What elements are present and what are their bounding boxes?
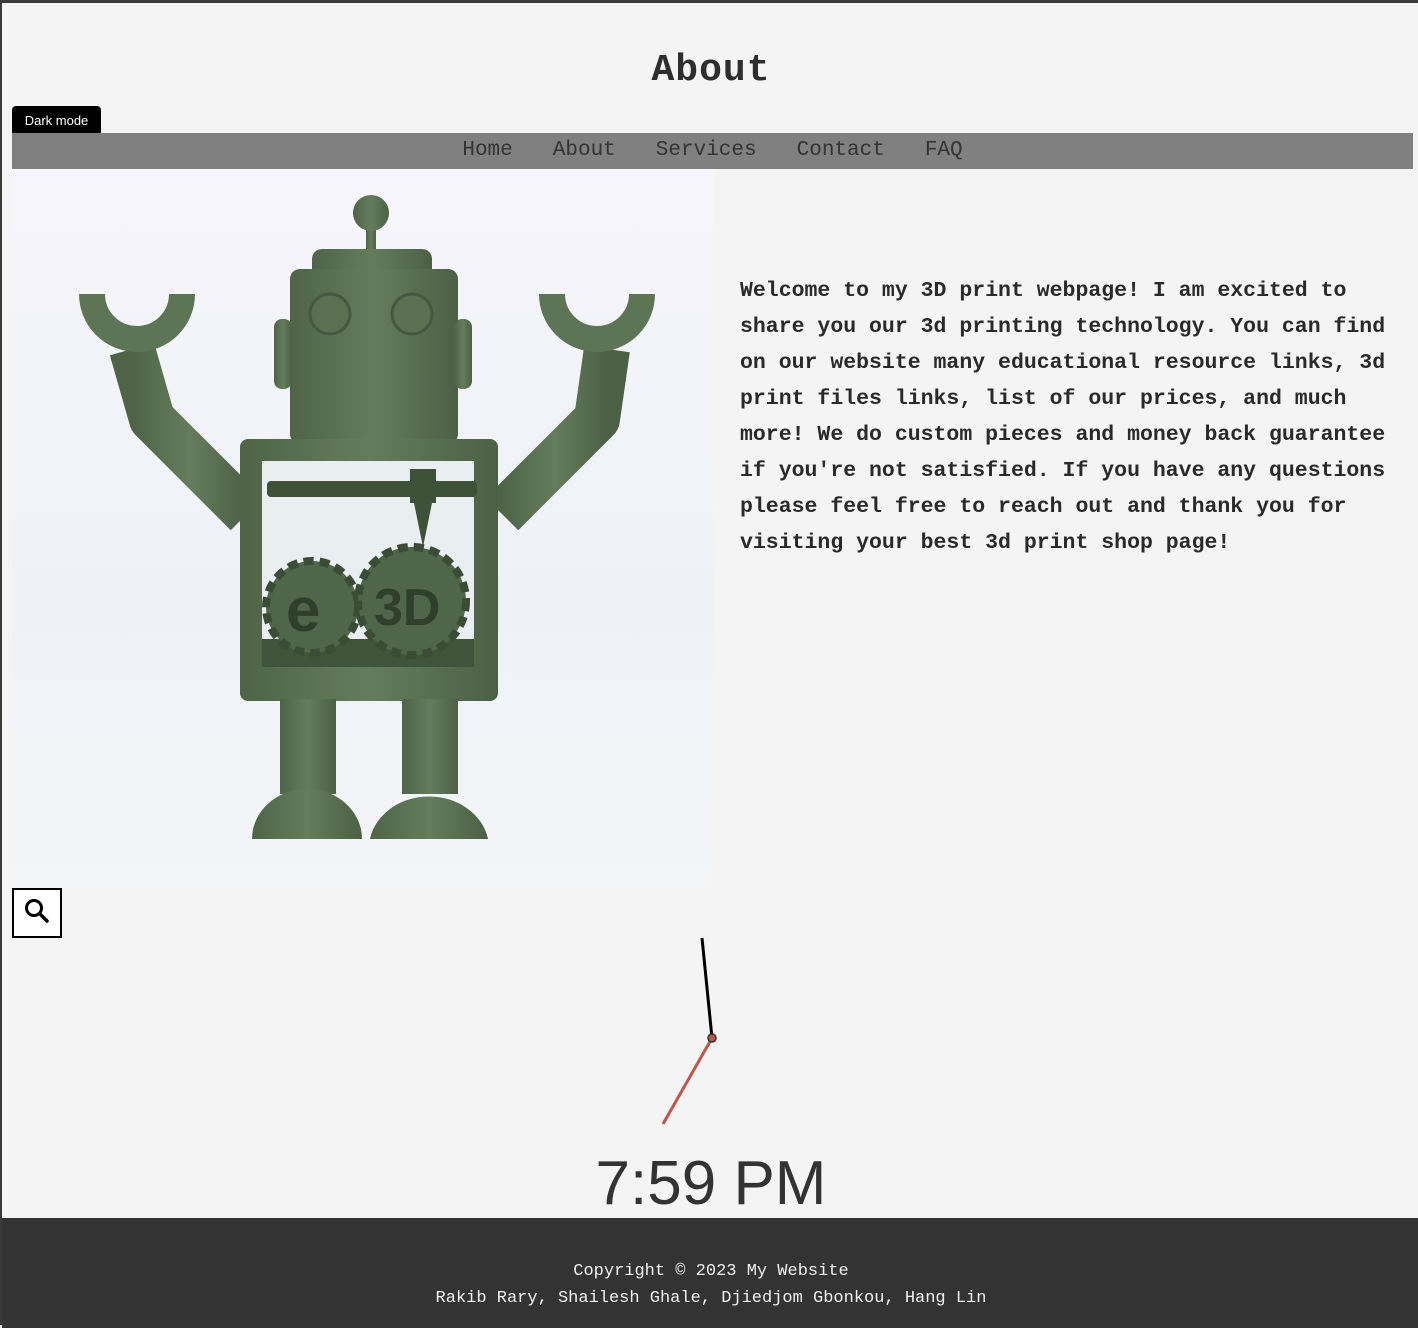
robot-image: e 3D — [12, 169, 713, 887]
page: About Dark mode Home About Services Cont… — [0, 0, 1418, 1328]
nav-about[interactable]: About — [533, 133, 636, 169]
digital-time: 7:59 PM — [595, 1149, 827, 1218]
nav-home[interactable]: Home — [442, 133, 532, 169]
minute-hand — [700, 937, 714, 1039]
nav-faq[interactable]: FAQ — [905, 133, 983, 169]
copyright-text: Copyright © 2023 My Website — [573, 1262, 849, 1281]
page-title: About — [651, 49, 771, 92]
analog-clock — [562, 928, 862, 1138]
authors-text: Rakib Rary, Shailesh Ghale, Djiedjom Gbo… — [435, 1289, 987, 1308]
nav-contact[interactable]: Contact — [777, 133, 905, 169]
clock-center — [707, 1033, 717, 1043]
main-nav: Home About Services Contact FAQ — [12, 133, 1413, 169]
search-icon — [24, 898, 50, 929]
nav-services[interactable]: Services — [636, 133, 777, 169]
hour-hand — [661, 1037, 714, 1125]
svg-text:e: e — [286, 576, 320, 645]
search-button[interactable] — [12, 888, 62, 938]
dark-mode-button[interactable]: Dark mode — [12, 106, 101, 136]
intro-text: Welcome to my 3D print webpage! I am exc… — [740, 279, 1386, 555]
footer: Copyright © 2023 My Website Rakib Rary, … — [2, 1218, 1418, 1328]
svg-text:3D: 3D — [374, 579, 440, 637]
